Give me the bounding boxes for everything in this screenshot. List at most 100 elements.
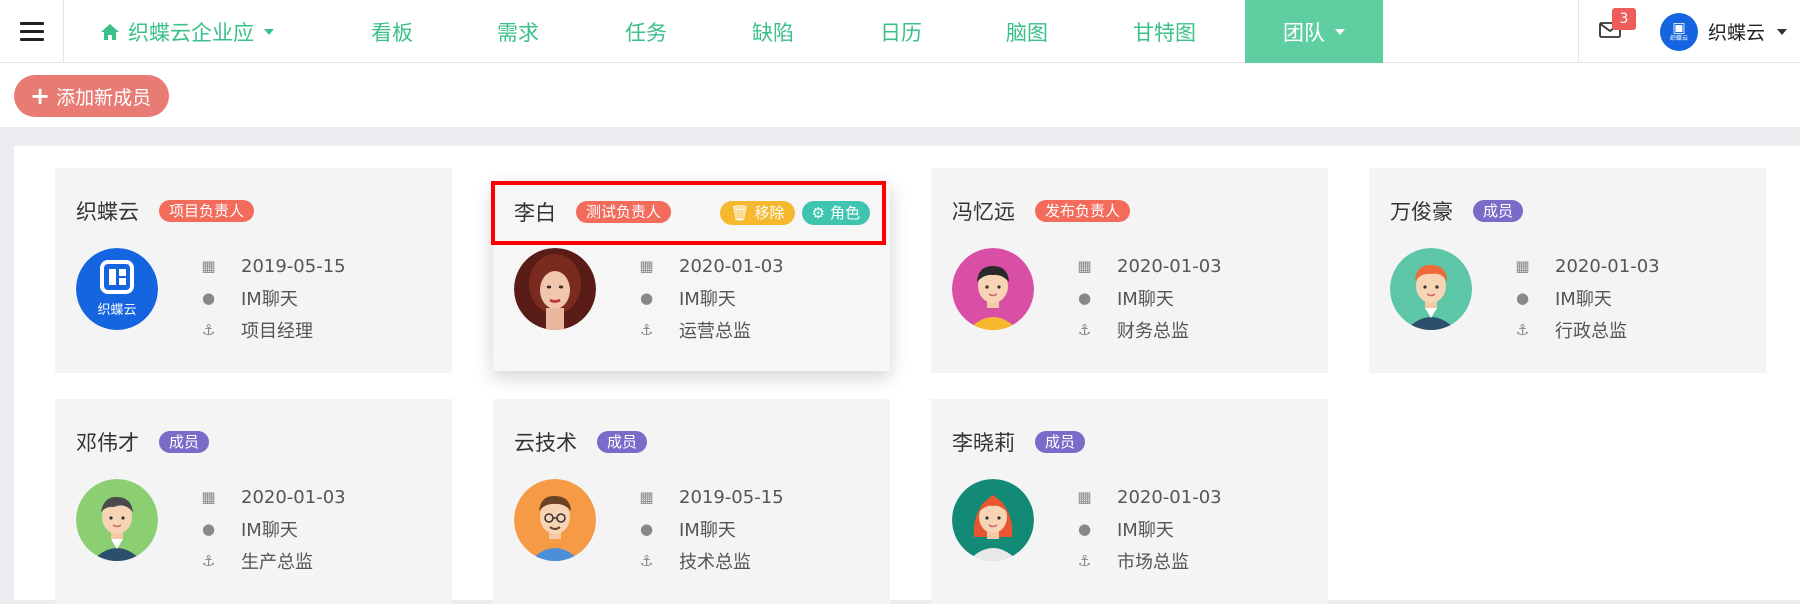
trash-icon: 🗑 — [730, 204, 750, 222]
job-title: 项目经理 — [241, 321, 313, 342]
member-card[interactable]: 万俊豪 成员 ▦ 2020-01-03 ● IM聊天 ⚓ 行政总监 — [1369, 168, 1766, 373]
member-card[interactable]: 冯忆远 发布负责人 ▦ 2020-01-03 ● IM聊天 ⚓ 财务总监 — [931, 168, 1328, 373]
avatar — [514, 248, 596, 330]
anchor-icon: ⚓ — [1077, 552, 1092, 570]
join-date: 2020-01-03 — [1117, 255, 1222, 277]
member-card[interactable]: 李白 测试负责人 🗑 移除 ⚙ 角色 ▦ 2020-01-03 ● IM聊天 ⚓… — [493, 181, 890, 371]
nav-kanban[interactable]: 看板 — [371, 0, 413, 63]
member-card[interactable]: 云技术 成员 ▦ 2019-05-15 ● IM聊天 ⚓ 技术总监 — [493, 399, 890, 604]
join-date: 2019-05-15 — [679, 486, 784, 508]
anchor-icon: ⚓ — [639, 321, 654, 339]
nav-mindmap[interactable]: 脑图 — [1006, 0, 1048, 63]
join-date: 2020-01-03 — [679, 255, 784, 277]
job-title: 生产总监 — [241, 552, 313, 573]
man-avatar-green — [76, 479, 158, 561]
user-menu[interactable]: ▣ 织蝶云 织蝶云 — [1660, 0, 1788, 63]
role-badge: 发布负责人 — [1035, 200, 1131, 222]
calendar-icon: ▦ — [1515, 257, 1530, 275]
job-title: 财务总监 — [1117, 321, 1189, 342]
avatar — [1390, 248, 1472, 330]
job-title: 市场总监 — [1117, 552, 1189, 573]
im-chat-link[interactable]: ● IM聊天 — [1076, 282, 1222, 314]
member-panel: 织蝶云 项目负责人 织蝶云 ▦ 2019-05-15 ● IM聊天 ⚓ 项目经理 李白… — [14, 146, 1800, 604]
chat-icon: ● — [639, 289, 654, 307]
member-name: 李晓莉 — [952, 431, 1015, 455]
menu-toggle-button[interactable] — [0, 0, 64, 63]
chat-icon: ● — [1515, 289, 1530, 307]
calendar-icon: ▦ — [1077, 488, 1092, 506]
role-badge: 成员 — [159, 431, 210, 453]
calendar-icon: ▦ — [639, 257, 654, 275]
member-name: 邓伟才 — [76, 431, 139, 455]
avatar — [952, 479, 1034, 561]
anchor-icon: ⚓ — [1515, 321, 1530, 339]
role-badge: 成员 — [1473, 200, 1524, 222]
chat-icon: ● — [1077, 289, 1092, 307]
chevron-down-icon — [1335, 28, 1345, 35]
calendar-icon: ▦ — [639, 488, 654, 506]
toolbar: + 添加新成员 — [0, 63, 1800, 127]
nav-requirements[interactable]: 需求 — [497, 0, 539, 63]
im-chat-link[interactable]: ● IM聊天 — [200, 513, 346, 545]
chevron-down-icon — [1777, 28, 1788, 35]
man-avatar-pink — [952, 248, 1034, 330]
member-name: 织蝶云 — [76, 200, 139, 224]
calendar-icon: ▦ — [201, 488, 216, 506]
project-name: 织蝶云企业应 — [128, 20, 254, 45]
im-chat-link[interactable]: ● IM聊天 — [1514, 282, 1660, 314]
join-date: 2020-01-03 — [1555, 255, 1660, 277]
home-icon — [101, 23, 119, 40]
plus-icon: + — [30, 82, 51, 110]
man-avatar-orange — [514, 479, 596, 561]
im-chat-link[interactable]: ● IM聊天 — [638, 513, 784, 545]
add-member-button[interactable]: + 添加新成员 — [14, 75, 170, 117]
chat-icon: ● — [1077, 520, 1092, 538]
member-card[interactable]: 织蝶云 项目负责人 织蝶云 ▦ 2019-05-15 ● IM聊天 ⚓ 项目经理 — [55, 168, 452, 373]
chat-icon: ● — [639, 520, 654, 538]
nav-bugs[interactable]: 缺陷 — [752, 0, 794, 63]
anchor-icon: ⚓ — [1077, 321, 1092, 339]
remove-member-button[interactable]: 🗑 移除 — [720, 201, 795, 225]
avatar: 织蝶云 — [76, 248, 158, 330]
im-chat-link[interactable]: ● IM聊天 — [638, 282, 784, 314]
divider — [1578, 0, 1579, 63]
job-title: 技术总监 — [679, 552, 751, 573]
nav-gantt[interactable]: 甘特图 — [1133, 0, 1196, 63]
svg-text:织蝶云: 织蝶云 — [97, 303, 136, 318]
job-title: 运营总监 — [679, 321, 751, 342]
avatar — [952, 248, 1034, 330]
nav-calendar[interactable]: 日历 — [880, 0, 922, 63]
im-chat-link[interactable]: ● IM聊天 — [1076, 513, 1222, 545]
chat-icon: ● — [201, 289, 216, 307]
woman-photo — [514, 248, 596, 330]
calendar-icon: ▦ — [1077, 257, 1092, 275]
man-avatar-teal — [1390, 248, 1472, 330]
avatar — [514, 479, 596, 561]
nav-tasks[interactable]: 任务 — [625, 0, 667, 63]
chat-icon: ● — [201, 520, 216, 538]
member-name: 云技术 — [514, 431, 577, 455]
member-card[interactable]: 李晓莉 成员 ▦ 2020-01-03 ● IM聊天 ⚓ 市场总监 — [931, 399, 1328, 604]
role-badge: 成员 — [597, 431, 648, 453]
member-name: 万俊豪 — [1390, 200, 1453, 224]
set-role-button[interactable]: ⚙ 角色 — [801, 201, 870, 225]
job-title: 行政总监 — [1555, 321, 1627, 342]
member-name: 李白 — [514, 201, 556, 225]
role-badge: 成员 — [1035, 431, 1086, 453]
im-chat-link[interactable]: ● IM聊天 — [200, 282, 346, 314]
role-badge: 测试负责人 — [576, 201, 672, 223]
join-date: 2020-01-03 — [241, 486, 346, 508]
join-date: 2019-05-15 — [241, 255, 346, 277]
top-navbar: 织蝶云企业应 看板 需求 任务 缺陷 日历 脑图 甘特图 团队 3 ▣ 织蝶云 … — [0, 0, 1800, 63]
member-name: 冯忆远 — [952, 200, 1015, 224]
join-date: 2020-01-03 — [1117, 486, 1222, 508]
nav-team[interactable]: 团队 — [1245, 0, 1383, 63]
chevron-down-icon — [264, 28, 274, 35]
anchor-icon: ⚓ — [639, 552, 654, 570]
gear-icon: ⚙ — [811, 204, 825, 222]
project-selector[interactable]: 织蝶云企业应 — [100, 0, 274, 63]
nav-team-label: 团队 — [1283, 20, 1325, 45]
member-card[interactable]: 邓伟才 成员 ▦ 2020-01-03 ● IM聊天 ⚓ 生产总监 — [55, 399, 452, 604]
role-badge: 项目负责人 — [159, 200, 255, 222]
user-name: 织蝶云 — [1708, 22, 1766, 44]
